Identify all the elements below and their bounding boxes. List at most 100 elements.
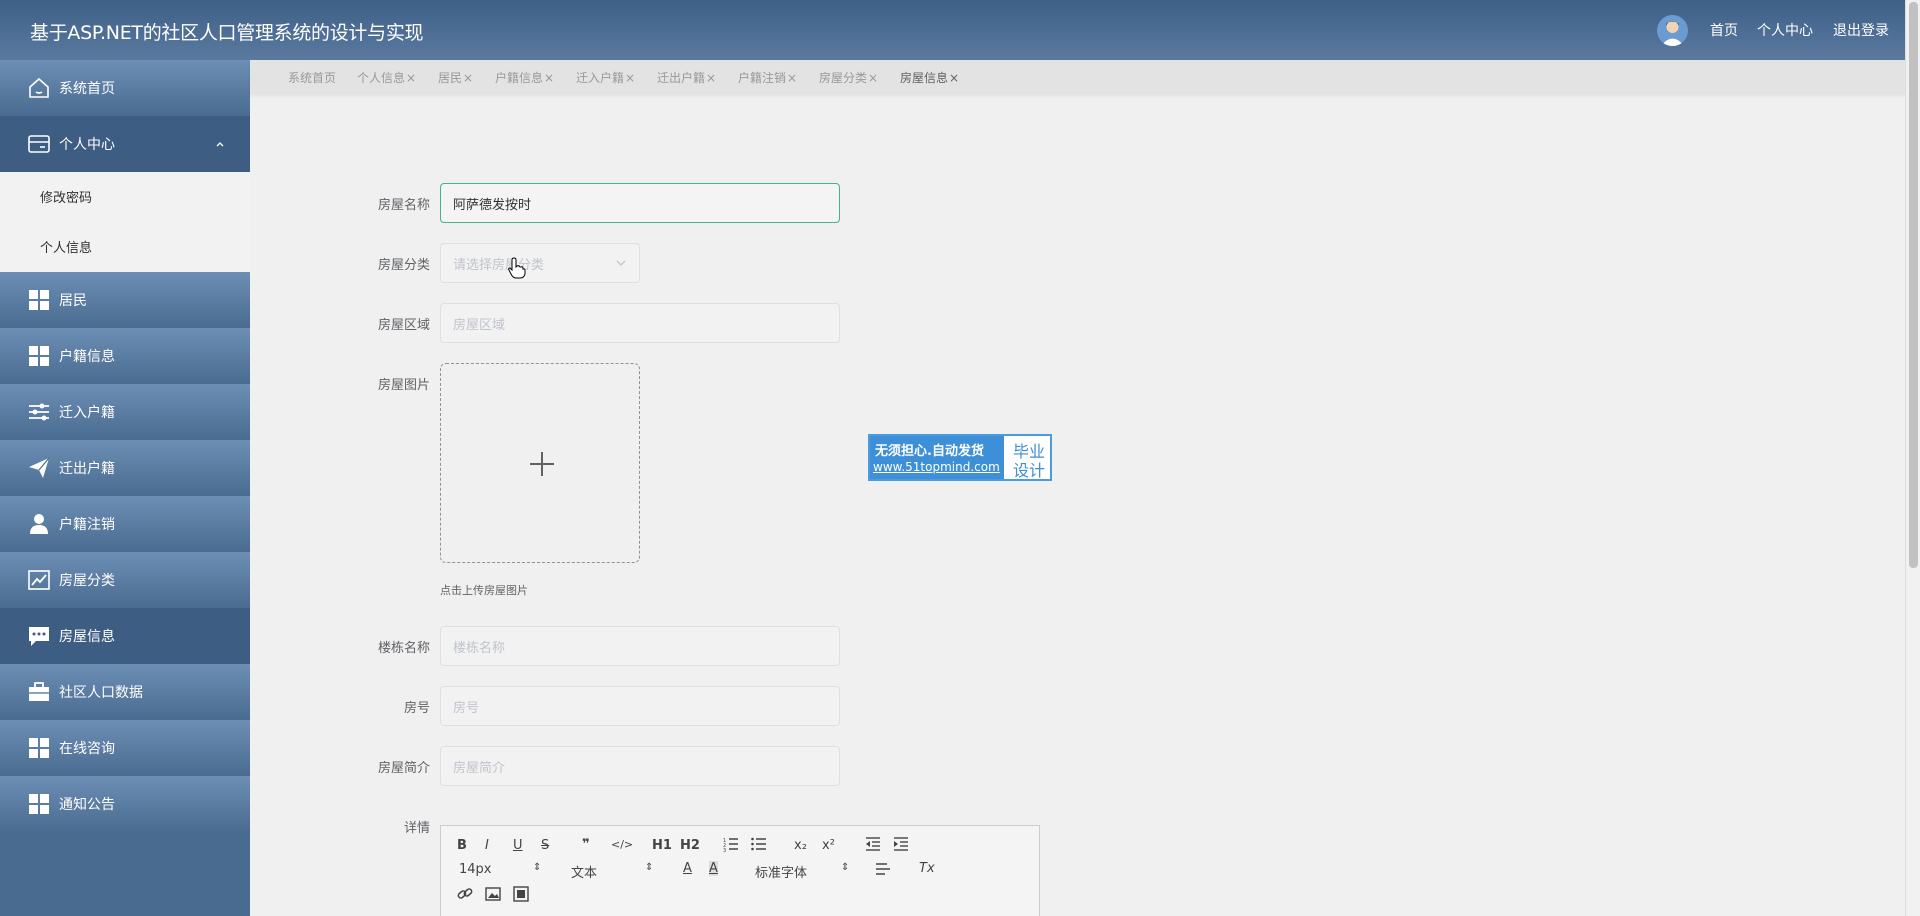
- sidebar-item-house-category[interactable]: 房屋分类: [0, 552, 250, 608]
- sidebar-item-label: 通知公告: [59, 797, 115, 813]
- avatar[interactable]: [1657, 15, 1688, 46]
- close-icon[interactable]: ×: [625, 71, 635, 85]
- close-icon[interactable]: ×: [949, 71, 959, 85]
- sidebar-item-notices[interactable]: 通知公告: [0, 776, 250, 832]
- bullet-list-icon[interactable]: [751, 836, 767, 856]
- sidebar: 系统首页 个人中心 修改密码 个人信息 居民 户籍信息 迁入户籍 迁出户籍 户籍…: [0, 60, 250, 916]
- background-color-icon[interactable]: A: [709, 861, 718, 876]
- house-intro-input[interactable]: 房屋简介: [440, 746, 840, 786]
- sidebar-item-residents[interactable]: 居民: [0, 272, 250, 328]
- grid-icon: [27, 344, 51, 368]
- link-icon[interactable]: [457, 886, 473, 906]
- sidebar-item-personal-center[interactable]: 个人中心: [0, 116, 250, 172]
- h1-button[interactable]: H1: [652, 838, 672, 853]
- select-placeholder: 请选择房屋分类: [453, 257, 545, 273]
- hand-cursor-icon: [508, 257, 526, 283]
- watermark-left: 无须担心.自动发货 www.51topmind.com: [870, 436, 1004, 479]
- room-number-label: 房号: [403, 701, 430, 716]
- tab-home[interactable]: 系统首页: [288, 69, 336, 86]
- watermark-badge: 无须担心.自动发货 www.51topmind.com 毕业 设计: [868, 434, 1052, 481]
- room-number-input[interactable]: 房号: [440, 686, 840, 726]
- tab-cancel-household[interactable]: 户籍注销×: [738, 69, 797, 86]
- house-category-label: 房屋分类: [377, 258, 430, 273]
- sidebar-item-home[interactable]: 系统首页: [0, 60, 250, 116]
- close-icon[interactable]: ×: [706, 71, 716, 85]
- font-size-select[interactable]: 14px: [459, 862, 492, 877]
- page-scrollbar[interactable]: [1905, 0, 1920, 916]
- sidebar-item-label: 迁入户籍: [59, 405, 115, 421]
- sidebar-item-house-info[interactable]: 房屋信息: [0, 608, 250, 664]
- sidebar-item-population-data[interactable]: 社区人口数据: [0, 664, 250, 720]
- sort-icon: ⇕: [841, 862, 850, 873]
- tab-label: 户籍信息: [495, 71, 544, 85]
- video-icon[interactable]: [513, 886, 529, 906]
- tab-bar: 系统首页 个人信息× 居民× 户籍信息× 迁入户籍× 迁出户籍× 户籍注销× 房…: [250, 60, 1905, 94]
- house-area-label: 房屋区域: [377, 318, 430, 333]
- image-upload-box[interactable]: [440, 363, 640, 563]
- superscript-button[interactable]: x²: [822, 838, 835, 853]
- sidebar-item-label: 社区人口数据: [59, 685, 143, 701]
- close-icon[interactable]: ×: [406, 71, 416, 85]
- ordered-list-icon[interactable]: 123: [723, 836, 739, 856]
- tab-household-info[interactable]: 户籍信息×: [495, 69, 554, 86]
- grid-icon: [27, 736, 51, 760]
- font-family-select[interactable]: 标准字体: [755, 862, 807, 881]
- block-type-select[interactable]: 文本: [571, 862, 597, 881]
- tab-house-category[interactable]: 房屋分类×: [819, 69, 878, 86]
- align-icon[interactable]: [875, 862, 891, 880]
- tab-move-out[interactable]: 迁出户籍×: [657, 69, 716, 86]
- nav-logout[interactable]: 退出登录: [1833, 20, 1889, 40]
- outdent-icon[interactable]: [865, 836, 881, 856]
- strike-button[interactable]: S: [541, 838, 549, 853]
- sidebar-item-move-out[interactable]: 迁出户籍: [0, 440, 250, 496]
- bold-button[interactable]: B: [457, 838, 467, 853]
- tab-label: 房屋分类: [819, 71, 868, 85]
- house-category-select[interactable]: 请选择房屋分类: [440, 243, 640, 283]
- svg-text:3: 3: [723, 848, 726, 852]
- tab-move-in[interactable]: 迁入户籍×: [576, 69, 635, 86]
- submenu-personal-info[interactable]: 个人信息: [40, 237, 92, 256]
- grid-icon: [27, 288, 51, 312]
- nav-personal-center[interactable]: 个人中心: [1757, 20, 1813, 40]
- building-name-input[interactable]: 楼栋名称: [440, 626, 840, 666]
- sidebar-item-label: 个人中心: [59, 137, 115, 153]
- blockquote-button[interactable]: ❞: [582, 837, 590, 852]
- personal-center-submenu: 修改密码 个人信息: [0, 172, 250, 272]
- italic-button[interactable]: I: [485, 838, 489, 853]
- watermark-right2: 设计: [1013, 461, 1046, 480]
- tab-house-info[interactable]: 房屋信息×: [900, 69, 959, 86]
- indent-icon[interactable]: [893, 836, 909, 856]
- tab-personal-info[interactable]: 个人信息×: [357, 69, 416, 86]
- subscript-button[interactable]: x₂: [794, 838, 807, 853]
- tab-residents[interactable]: 居民×: [438, 69, 473, 86]
- tab-label: 系统首页: [288, 71, 337, 85]
- sort-icon: ⇕: [533, 862, 542, 873]
- scrollbar-thumb[interactable]: [1909, 2, 1918, 568]
- sidebar-item-label: 迁出户籍: [59, 461, 115, 477]
- sidebar-item-household-info[interactable]: 户籍信息: [0, 328, 250, 384]
- close-icon[interactable]: ×: [787, 71, 797, 85]
- house-area-input[interactable]: 房屋区域: [440, 303, 840, 343]
- nav-home[interactable]: 首页: [1710, 20, 1738, 40]
- top-header: 基于ASP.NET的社区人口管理系统的设计与实现 首页 个人中心 退出登录: [0, 0, 1905, 60]
- font-color-icon[interactable]: A: [683, 861, 692, 876]
- h2-button[interactable]: H2: [680, 838, 700, 853]
- close-icon[interactable]: ×: [463, 71, 473, 85]
- clear-format-button[interactable]: Tx: [919, 861, 935, 876]
- underline-button[interactable]: U: [513, 838, 523, 853]
- close-icon[interactable]: ×: [868, 71, 878, 85]
- rich-text-editor: B I U S ❞ </> H1 H2 123 x₂ x² 14px ⇕ 文本 …: [440, 825, 1040, 916]
- chevron-up-icon[interactable]: [210, 134, 230, 154]
- sidebar-item-online-consult[interactable]: 在线咨询: [0, 720, 250, 776]
- house-intro-label: 房屋简介: [377, 761, 430, 776]
- sidebar-item-move-in[interactable]: 迁入户籍: [0, 384, 250, 440]
- tab-label: 个人信息: [357, 71, 406, 85]
- close-icon[interactable]: ×: [544, 71, 554, 85]
- wallet-icon: [27, 132, 51, 156]
- house-name-label: 房屋名称: [377, 198, 430, 213]
- house-name-input[interactable]: 阿萨德发按时: [440, 183, 840, 223]
- sidebar-item-cancel-household[interactable]: 户籍注销: [0, 496, 250, 552]
- code-button[interactable]: </>: [611, 838, 633, 851]
- image-icon[interactable]: [485, 886, 501, 906]
- submenu-change-password[interactable]: 修改密码: [40, 187, 92, 206]
